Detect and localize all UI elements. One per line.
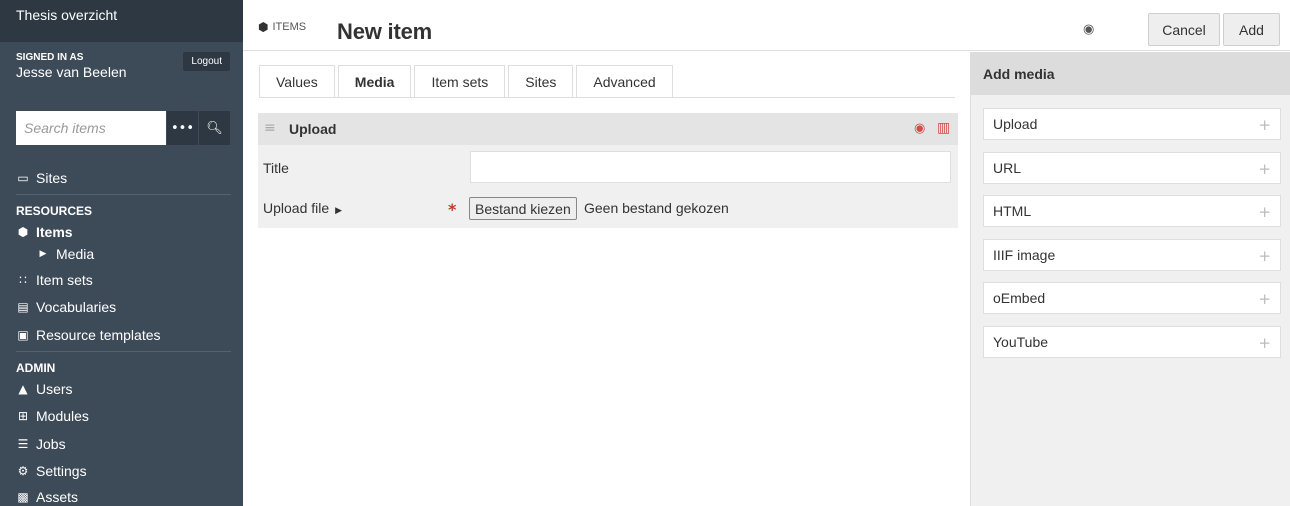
nav-media[interactable]: ▶ Media — [36, 246, 95, 262]
upload-panel-header: ≡ Upload ◉ ▥ — [258, 113, 958, 145]
nav-item-sets-label: Item sets — [36, 272, 93, 288]
upload-file-label-text: Upload file — [263, 200, 330, 216]
tab-media[interactable]: Media — [337, 65, 412, 98]
choose-file-button[interactable]: Bestand kiezen — [469, 197, 577, 220]
drag-handle-icon[interactable]: ≡ — [264, 120, 276, 136]
title-input[interactable] — [470, 151, 951, 183]
ellipsis-icon: ••• — [170, 120, 194, 136]
user-icon: ▲ — [18, 382, 28, 396]
add-media-youtube[interactable]: YouTube + — [983, 326, 1281, 358]
caret-right-icon: ▶ — [39, 249, 47, 259]
nav-modules[interactable]: ⊞ Modules — [16, 408, 89, 424]
plus-icon: + — [1258, 334, 1271, 352]
cube-icon: ⬢ — [258, 20, 269, 34]
eye-icon[interactable]: ◉ — [914, 121, 925, 136]
nav-items[interactable]: ⬢ Items — [16, 224, 73, 240]
add-media-label: YouTube — [993, 334, 1049, 350]
plus-icon: + — [1258, 116, 1271, 134]
divider — [16, 351, 231, 352]
add-media-label: Upload — [993, 116, 1038, 132]
tabs-divider — [259, 97, 955, 98]
page-title: New item — [337, 19, 432, 44]
upload-panel-title: Upload — [289, 121, 337, 137]
upload-file-label[interactable]: Upload file ▶ — [263, 200, 342, 216]
search-button[interactable]: 🔍︎ — [198, 111, 230, 145]
add-media-label: URL — [993, 160, 1022, 176]
plus-icon: + — [1258, 247, 1271, 265]
nav-users[interactable]: ▲ Users — [16, 381, 73, 397]
cubes-icon: ∷ — [19, 273, 27, 287]
add-media-label: IIIF image — [993, 247, 1056, 263]
add-media-upload[interactable]: Upload + — [983, 108, 1281, 140]
nav-settings-label: Settings — [36, 463, 87, 479]
nav-sites[interactable]: ▭ Sites — [16, 170, 67, 186]
sidebar: Thesis overzicht SIGNED IN AS Jesse van … — [0, 0, 243, 506]
add-media-iiif-image[interactable]: IIIF image + — [983, 239, 1281, 271]
search-icon: 🔍︎ — [206, 120, 223, 136]
plus-icon: + — [1258, 160, 1271, 178]
site-title[interactable]: Thesis overzicht — [0, 0, 243, 42]
nav-items-label: Items — [36, 224, 73, 240]
cube-icon: ⬢ — [17, 225, 29, 239]
user-block: SIGNED IN AS Jesse van Beelen Logout — [0, 42, 243, 100]
nav-settings[interactable]: ⚙ Settings — [16, 463, 87, 479]
cogs-icon: ⚙ — [17, 464, 29, 478]
nav-resource-templates[interactable]: ▣ Resource templates — [16, 327, 161, 343]
required-asterisk-icon: * — [448, 200, 457, 219]
tasks-icon: ☰ — [17, 437, 29, 451]
tab-advanced[interactable]: Advanced — [576, 65, 673, 98]
nav-users-label: Users — [36, 381, 73, 397]
nav-vocabularies[interactable]: ▤ Vocabularies — [16, 299, 116, 315]
logout-button[interactable]: Logout — [183, 52, 230, 71]
nav-media-label: Media — [56, 246, 95, 262]
tab-item-sets[interactable]: Item sets — [414, 65, 506, 98]
nav-assets[interactable]: ▩ Assets — [16, 489, 78, 505]
upload-media-panel: ≡ Upload ◉ ▥ Title Upload file ▶ * Bestan… — [258, 113, 958, 228]
add-media-heading: Add media — [971, 52, 1290, 95]
page-header: ⬢ ITEMS New item ◉ Cancel Add — [243, 0, 1290, 51]
search-input[interactable] — [16, 111, 166, 145]
nav-sites-label: Sites — [36, 170, 68, 186]
nav-item-sets[interactable]: ∷ Item sets — [16, 272, 93, 288]
divider — [16, 194, 231, 195]
nav-jobs[interactable]: ☰ Jobs — [16, 436, 66, 452]
tab-values[interactable]: Values — [259, 65, 335, 98]
caret-right-icon: ▶ — [335, 206, 343, 216]
search-row: ••• 🔍︎ — [16, 111, 231, 145]
add-media-label: oEmbed — [993, 290, 1046, 306]
tab-sites[interactable]: Sites — [508, 65, 574, 98]
add-media-oembed[interactable]: oEmbed + — [983, 282, 1281, 314]
plus-square-icon: ⊞ — [17, 409, 29, 423]
add-media-url[interactable]: URL + — [983, 152, 1281, 184]
add-media-html[interactable]: HTML + — [983, 195, 1281, 227]
plus-icon: + — [1258, 203, 1271, 221]
nav-vocabularies-label: Vocabularies — [36, 299, 117, 315]
edit-icon: ▣ — [17, 328, 29, 342]
trash-icon[interactable]: ▥ — [937, 120, 950, 136]
nav-assets-label: Assets — [36, 489, 79, 505]
laptop-icon: ▭ — [17, 171, 29, 185]
nav-jobs-label: Jobs — [36, 436, 66, 452]
cancel-button[interactable]: Cancel — [1148, 13, 1220, 46]
plus-icon: + — [1258, 290, 1271, 308]
no-file-text: Geen bestand gekozen — [584, 200, 729, 216]
book-icon: ▤ — [17, 300, 29, 314]
section-tabs: Values Media Item sets Sites Advanced — [259, 65, 676, 98]
image-icon: ▩ — [17, 490, 29, 504]
breadcrumb-label: ITEMS — [272, 21, 307, 33]
title-field-label: Title — [263, 160, 289, 176]
add-media-label: HTML — [993, 203, 1032, 219]
add-media-sidebar: Add media Upload + URL + HTML + IIIF image +… — [970, 52, 1290, 506]
eye-icon[interactable]: ◉ — [1083, 22, 1094, 37]
add-button[interactable]: Add — [1223, 13, 1280, 46]
admin-section-label: ADMIN — [16, 361, 56, 375]
nav-resource-templates-label: Resource templates — [36, 327, 161, 343]
more-options-button[interactable]: ••• — [166, 111, 198, 145]
resources-section-label: RESOURCES — [16, 204, 93, 218]
breadcrumb[interactable]: ⬢ ITEMS — [258, 20, 306, 34]
nav-modules-label: Modules — [36, 408, 89, 424]
